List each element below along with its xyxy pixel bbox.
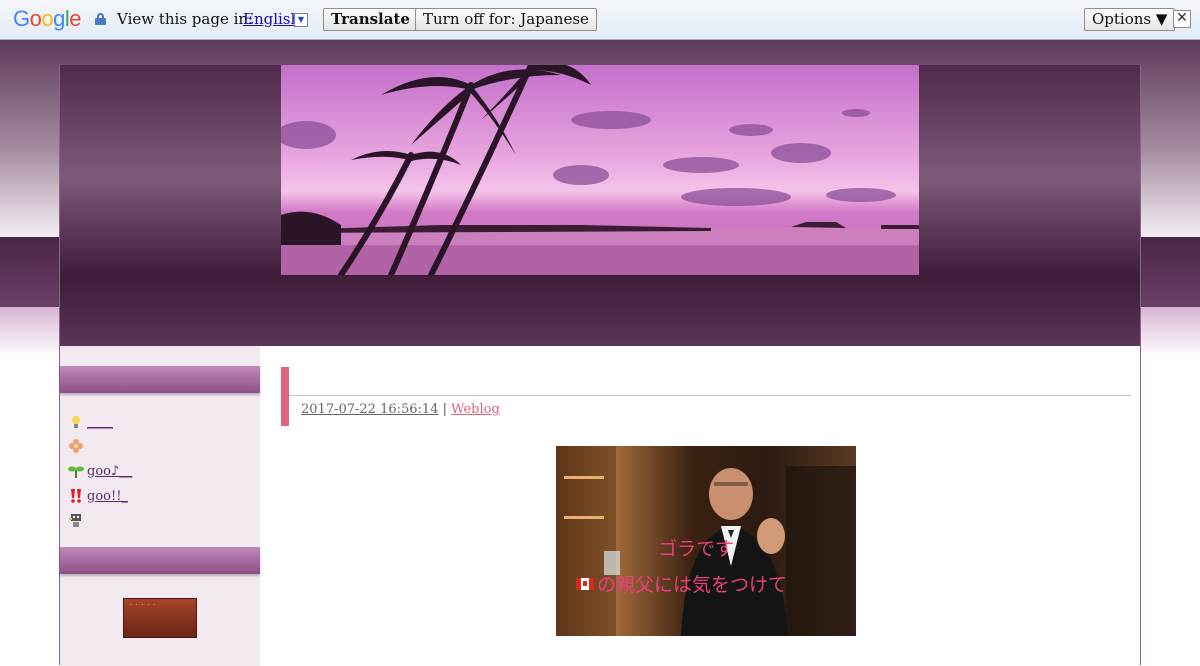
robot-icon — [69, 514, 81, 527]
sidebar-item-label: goo!!_ — [87, 489, 128, 504]
google-logo: Google — [13, 6, 82, 32]
google-logo-letter: g — [53, 6, 65, 31]
translate-button[interactable]: Translate — [323, 8, 418, 31]
lightbulb-icon — [72, 416, 80, 428]
entry-title-divider — [289, 395, 1131, 396]
sidebar-item-label: ____ — [87, 415, 113, 430]
header-banner-image — [281, 65, 919, 275]
entry-meta: 2017-07-22 16:56:14 | Weblog — [301, 402, 500, 417]
flower-icon — [69, 439, 83, 453]
photo-caption-line-2-text: の親父には気をつけて — [597, 574, 788, 596]
blog-container: ____ goo♪__ goo!!_ · · · · · 2017-07-22 … — [59, 65, 1141, 666]
exclamation-icon — [71, 489, 81, 503]
canada-flag-icon — [576, 578, 594, 590]
entry-category-link[interactable]: Weblog — [451, 402, 500, 417]
entry-title-marker — [281, 367, 289, 426]
language-select[interactable]: English — [243, 10, 300, 28]
lock-icon — [95, 13, 106, 25]
close-icon[interactable]: ✕ — [1173, 10, 1191, 28]
sidebar-item-label: goo♪__ — [87, 464, 133, 479]
translate-bar: Google View this page in: English ▼ Tran… — [0, 0, 1200, 40]
entry-photo[interactable]: ゴラです の親父には気をつけて — [556, 446, 856, 636]
google-logo-letter: o — [29, 6, 42, 31]
chevron-down-icon[interactable]: ▼ — [294, 13, 308, 27]
sidebar-section-header — [60, 547, 260, 574]
google-logo-letter: G — [13, 6, 30, 31]
entry-date-link[interactable]: 2017-07-22 16:56:14 — [301, 402, 438, 417]
sidebar-section-header — [60, 366, 260, 393]
photo-caption-line-2: の親父には気をつけて — [576, 570, 787, 597]
google-logo-letter: o — [41, 6, 54, 31]
photo-caption-line-1: ゴラです — [658, 538, 735, 560]
turn-off-button[interactable]: Turn off for: Japanese — [415, 8, 597, 31]
view-page-label: View this page in: — [117, 10, 254, 28]
blog-header — [60, 65, 1140, 346]
meta-separator: | — [442, 402, 448, 417]
thumbnail-text: · · · · · — [130, 602, 157, 609]
google-logo-letter: e — [69, 6, 82, 31]
sidebar-book-thumbnail[interactable]: · · · · · — [123, 598, 197, 638]
sidebar: ____ goo♪__ goo!!_ · · · · · — [60, 346, 260, 666]
sprout-icon — [68, 466, 84, 478]
options-button[interactable]: Options ▼ — [1084, 8, 1176, 31]
